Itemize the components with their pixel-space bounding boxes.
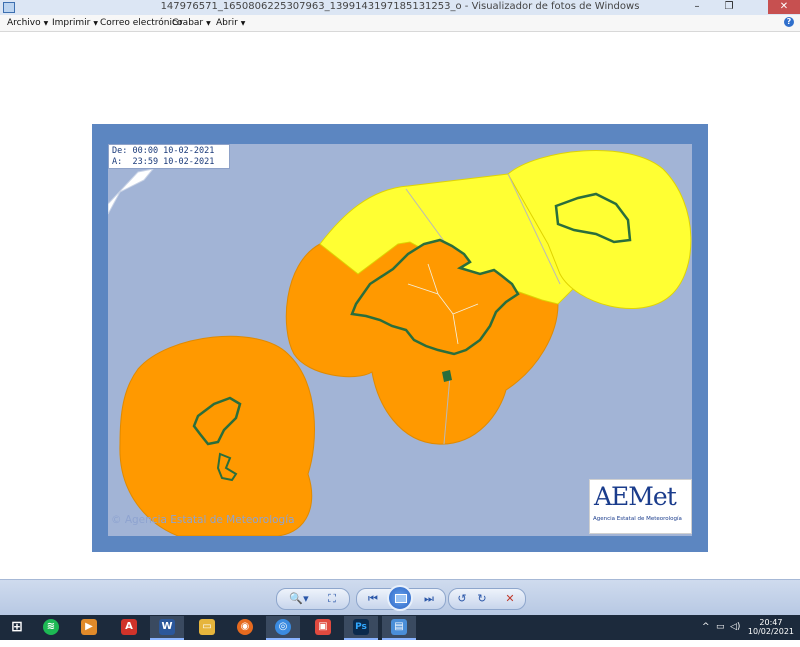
word-icon: W [159,619,175,635]
photo-viewer-icon: ▤ [391,619,407,635]
volume-icon[interactable]: ◁) [730,622,740,647]
network-icon[interactable]: ▭ [716,622,725,647]
date-from: De: 00:00 10-02-2021 [112,146,215,156]
tray-chevron-icon[interactable]: ^ [702,622,710,647]
photoshop-icon: Ps [353,619,369,635]
spotify-icon: ≋ [43,619,59,635]
chevron-down-icon: ▼ [240,20,246,27]
taskbar-file-explorer[interactable]: ▭ [190,616,224,640]
menu-imprimir[interactable]: Imprimir ▼ [52,18,98,28]
title-bar: 147976571_1650806225307963_1399143197185… [0,0,800,16]
taskbar-photo-viewer[interactable]: ▤ [382,616,416,640]
validity-date-box: De: 00:00 10-02-2021 A: 23:59 10-02-2021 [108,144,230,169]
window-title: 147976571_1650806225307963_1399143197185… [160,1,640,12]
delete-button[interactable]: ✕ [501,589,519,609]
warning-map: De: 00:00 10-02-2021 A: 23:59 10-02-2021… [108,144,692,536]
edit-controls: ↺ ↻ ✕ [448,588,526,610]
fit-to-window-button[interactable]: ⛶ [321,589,343,609]
app-red-icon: ▣ [315,619,331,635]
chrome-icon: ◎ [275,619,291,635]
file-explorer-icon: ▭ [199,619,215,635]
menu-archivo[interactable]: Archivo ▼ [7,18,48,28]
taskbar-chrome[interactable]: ◎ [266,616,300,640]
menu-abrir[interactable]: Abrir ▼ [216,18,245,28]
image-viewer-area: De: 00:00 10-02-2021 A: 23:59 10-02-2021… [0,32,800,579]
chevron-down-icon: ▼ [43,20,49,27]
logo-subtitle: Agencia Estatal de Meteorología [593,516,682,522]
taskbar-app-red[interactable]: ▣ [306,616,340,640]
chevron-down-icon: ▼ [93,20,98,27]
previous-button[interactable]: ⏮ [361,589,385,609]
taskbar-acrobat[interactable]: A [112,616,146,640]
media-player-icon: ▶ [81,619,97,635]
chevron-down-icon: ▼ [206,20,211,27]
maximize-button[interactable]: ❐ [716,0,742,14]
zoom-controls: 🔍▾ ⛶ [276,588,350,610]
start-icon: ⊞ [11,619,23,635]
help-icon[interactable]: ? [784,17,794,27]
rotate-right-button[interactable]: ↻ [473,589,491,609]
next-button[interactable]: ⏭ [417,589,441,609]
menu-bar: Archivo ▼ Imprimir ▼ Correo electrónico Gr… [0,15,800,32]
rotate-left-button[interactable]: ↺ [453,589,471,609]
taskbar-start[interactable]: ⊞ [0,616,34,640]
menu-correo[interactable]: Correo electrónico [100,18,182,28]
menu-grabar[interactable]: Grabar ▼ [172,18,211,28]
clock-date: 10/02/2021 [747,627,794,636]
taskbar: ⊞ ≋ ▶ A W ▭ ◉ ◎ ▣ Ps ▤ ^ ▭ ◁) 20:47 10/0… [0,615,800,640]
logo-word: AEMet [594,482,677,511]
firefox-icon: ◉ [237,619,253,635]
acrobat-icon: A [121,619,137,635]
zoom-button[interactable]: 🔍▾ [287,589,311,609]
slideshow-button[interactable] [387,585,413,611]
taskbar-firefox[interactable]: ◉ [228,616,262,640]
taskbar-spotify[interactable]: ≋ [34,616,68,640]
copyright-text: © Agencia Estatal de Meteorología [111,514,295,526]
taskbar-word[interactable]: W [150,616,184,640]
displayed-photo: De: 00:00 10-02-2021 A: 23:59 10-02-2021… [92,124,708,552]
taskbar-photoshop[interactable]: Ps [344,616,378,640]
mainland-corner [108,168,155,215]
clock-time: 20:47 [759,618,783,627]
system-clock[interactable]: 20:47 10/02/2021 [748,618,794,636]
slideshow-icon [395,594,407,603]
date-to: A: 23:59 10-02-2021 [112,157,215,167]
taskbar-media-player[interactable]: ▶ [72,616,106,640]
aemet-logo: AEMet Agencia Estatal de Meteorología [589,479,692,534]
minimize-button[interactable]: – [684,0,710,14]
map-drawing [108,150,692,536]
close-button[interactable]: ✕ [768,0,800,14]
